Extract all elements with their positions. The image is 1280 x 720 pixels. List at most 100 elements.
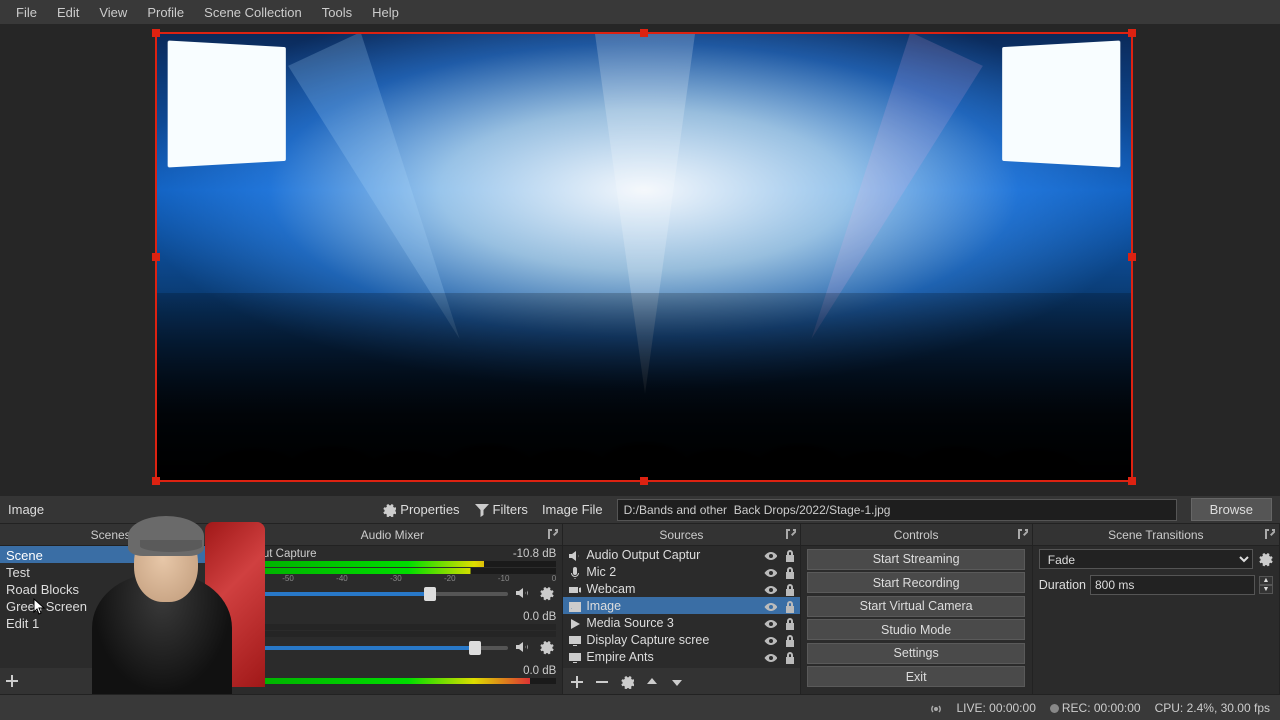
duration-input[interactable] [1090,575,1255,595]
visibility-toggle[interactable] [763,548,777,562]
image-path-input[interactable] [617,499,1177,521]
popout-button[interactable] [1263,527,1275,542]
gear-icon [381,502,396,517]
lock-toggle[interactable] [782,616,796,630]
move-down-button[interactable] [669,674,684,689]
add-scene-button[interactable] [4,673,20,689]
volume-slider[interactable] [228,592,508,596]
browse-button[interactable]: Browse [1191,498,1272,521]
transition-settings-button[interactable] [1257,551,1273,567]
resize-handle[interactable] [1128,253,1136,261]
lock-toggle[interactable] [782,565,796,579]
mute-button[interactable] [514,639,532,657]
settings-button[interactable]: Settings [807,643,1024,664]
broadcast-icon [928,701,942,715]
mute-button[interactable] [514,585,532,603]
popout-icon [784,527,796,539]
transition-select[interactable]: Fade [1039,549,1253,569]
resize-handle[interactable] [152,29,160,37]
popout-icon [1263,527,1275,539]
scene-item[interactable]: Edit 1 [0,614,221,631]
source-type-icon [567,616,581,630]
remove-source-button[interactable] [594,674,609,689]
vu-meter [228,624,556,630]
scene-item[interactable]: Scene [0,546,221,563]
exit-button[interactable]: Exit [807,666,1024,687]
menu-view[interactable]: View [89,2,137,23]
start-virtual-camera-button[interactable]: Start Virtual Camera [807,596,1024,617]
volume-slider[interactable] [228,646,508,650]
move-up-button[interactable] [644,674,659,689]
vu-meter [228,568,556,574]
visibility-toggle[interactable] [763,633,777,647]
menu-profile[interactable]: Profile [137,2,194,23]
properties-label: Properties [400,502,459,517]
menu-tools[interactable]: Tools [312,2,362,23]
source-item[interactable]: Empire Ants [563,648,799,665]
lock-toggle[interactable] [782,582,796,596]
lock-toggle[interactable] [782,633,796,647]
visibility-toggle[interactable] [763,582,777,596]
source-type-icon [567,565,581,579]
channel-settings-button[interactable] [538,585,556,603]
source-label: Display Capture scree [586,633,757,647]
menu-file[interactable]: File [6,2,47,23]
preview-canvas[interactable] [155,32,1133,482]
source-type-icon [567,548,581,562]
lock-toggle[interactable] [782,548,796,562]
transitions-title: Scene Transitions [1108,528,1203,542]
source-item[interactable]: Media Source 3 [563,614,799,631]
resize-handle[interactable] [640,477,648,485]
rec-indicator-icon [1050,704,1059,713]
start-streaming-button[interactable]: Start Streaming [807,549,1024,570]
source-type-icon [567,599,581,613]
filters-label: Filters [493,502,528,517]
visibility-toggle[interactable] [763,565,777,579]
preview-area[interactable] [0,24,1280,496]
resize-handle[interactable] [640,29,648,37]
menu-help[interactable]: Help [362,2,409,23]
status-bar: LIVE: 00:00:00 REC: 00:00:00 CPU: 2.4%, … [0,694,1280,720]
source-item[interactable]: Image [563,597,799,614]
properties-button[interactable]: Properties [381,502,459,517]
source-label: Media Source 3 [586,616,757,630]
menu-edit[interactable]: Edit [47,2,89,23]
lock-toggle[interactable] [782,650,796,664]
channel-db: 0.0 dB [523,665,556,677]
popout-button[interactable] [784,527,796,542]
source-settings-button[interactable] [619,674,634,689]
channel-db: -10.8 dB [513,548,556,560]
scene-item[interactable]: Test [0,563,221,580]
source-list: Audio Output Captur Mic 2WebcamImage Media… [563,546,799,665]
visibility-toggle[interactable] [763,650,777,664]
visibility-toggle[interactable] [763,599,777,613]
resize-handle[interactable] [1128,29,1136,37]
resize-handle[interactable] [1128,477,1136,485]
source-item[interactable]: Audio Output Captur [563,546,799,563]
menu-bar: File Edit View Profile Scene Collection … [0,0,1280,24]
menu-scene-collection[interactable]: Scene Collection [194,2,312,23]
source-label: Audio Output Captur [586,548,757,562]
scene-item[interactable]: Road Blocks [0,580,221,597]
studio-mode-button[interactable]: Studio Mode [807,619,1024,640]
resize-handle[interactable] [152,477,160,485]
controls-panel: Controls Start Streaming Start Recording… [801,524,1033,694]
source-item[interactable]: Display Capture scree [563,631,799,648]
popout-button[interactable] [546,527,558,542]
popout-button[interactable] [1016,527,1028,542]
visibility-toggle[interactable] [763,616,777,630]
duration-spinner[interactable]: ▲▼ [1259,576,1273,594]
source-item[interactable]: Webcam [563,580,799,597]
resize-handle[interactable] [152,253,160,261]
source-type-icon [567,582,581,596]
source-item[interactable]: Mic 2 [563,563,799,580]
scenes-title: Scenes [91,528,131,542]
add-source-button[interactable] [569,674,584,689]
filters-button[interactable]: Filters [474,502,528,517]
scene-item[interactable]: Green Screen [0,597,221,614]
start-recording-button[interactable]: Start Recording [807,572,1024,593]
lock-toggle[interactable] [782,599,796,613]
channel-settings-button[interactable] [538,639,556,657]
source-label: Mic 2 [586,565,757,579]
filter-icon [474,502,489,517]
